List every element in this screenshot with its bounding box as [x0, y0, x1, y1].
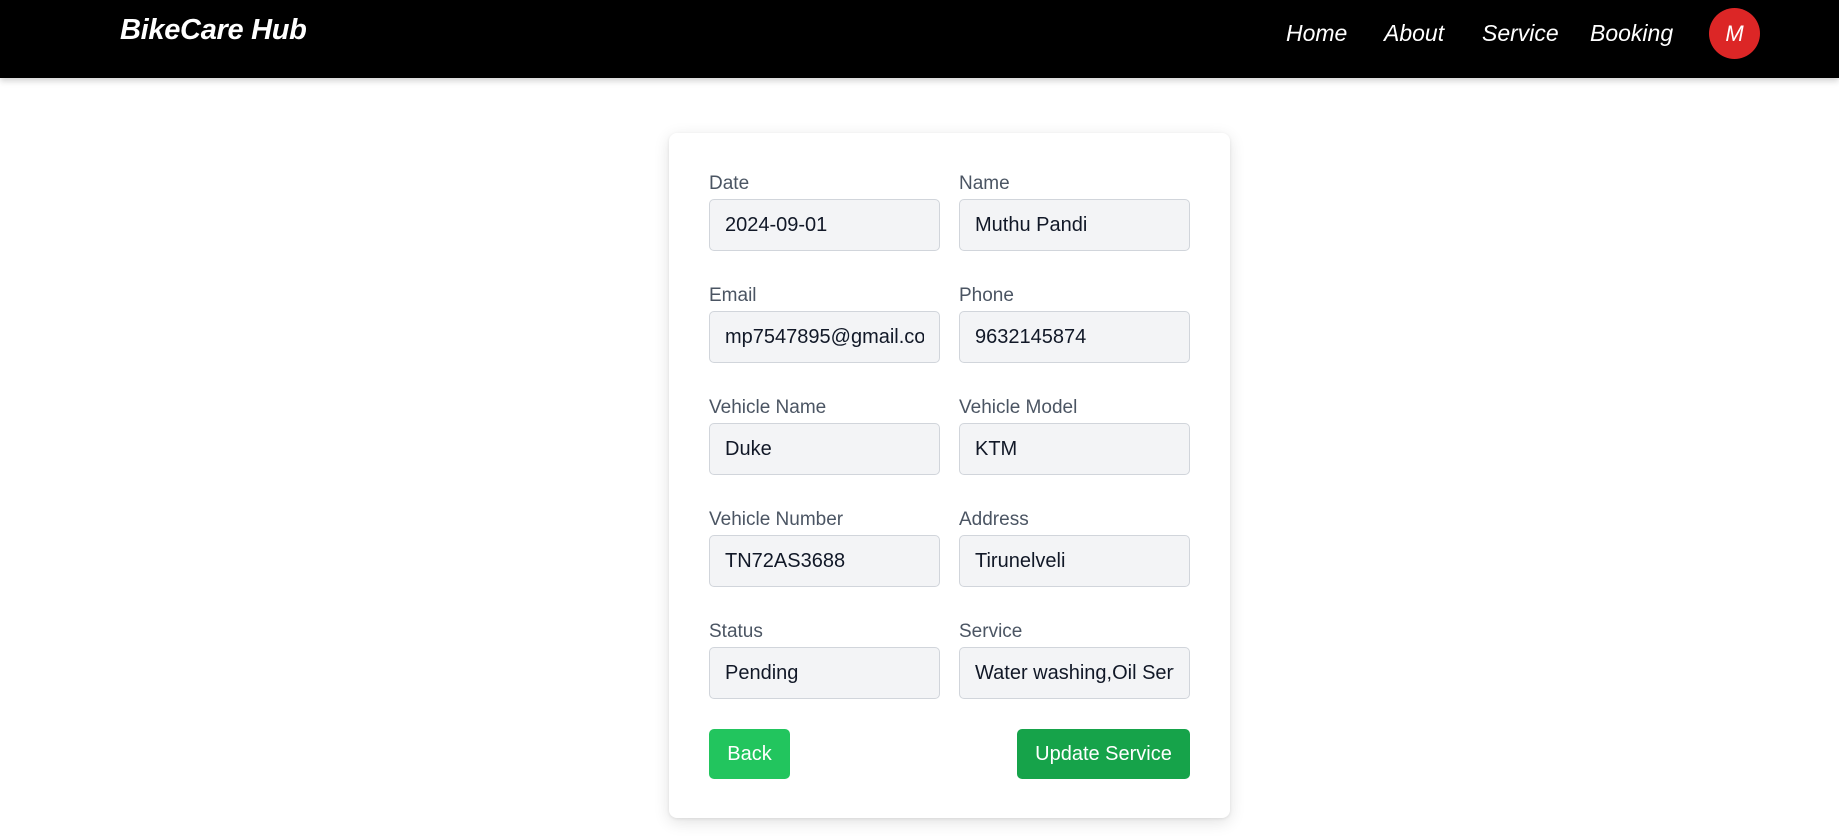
vehicle-name-label: Vehicle Name: [709, 397, 827, 418]
brand-logo[interactable]: BikeCare Hub: [120, 14, 307, 47]
avatar-initial: M: [1725, 20, 1744, 46]
user-avatar[interactable]: M: [1709, 8, 1760, 59]
date-input[interactable]: [709, 199, 940, 251]
service-form-card: Date Name Email Phone Vehicle Name Vehic…: [669, 133, 1230, 818]
status-label: Status: [709, 621, 763, 642]
email-label: Email: [709, 285, 757, 306]
phone-label: Phone: [959, 285, 1014, 306]
phone-input[interactable]: [959, 311, 1190, 363]
address-label: Address: [959, 509, 1029, 530]
name-input[interactable]: [959, 199, 1190, 251]
vehicle-number-label: Vehicle Number: [709, 509, 844, 530]
vehicle-model-input[interactable]: [959, 423, 1190, 475]
nav-link-about[interactable]: About: [1384, 20, 1444, 47]
nav-link-service[interactable]: Service: [1482, 20, 1559, 47]
status-input[interactable]: [709, 647, 940, 699]
update-service-button[interactable]: Update Service: [1017, 729, 1190, 779]
vehicle-name-input[interactable]: [709, 423, 940, 475]
name-label: Name: [959, 173, 1010, 194]
date-label: Date: [709, 173, 750, 194]
vehicle-model-label: Vehicle Model: [959, 397, 1078, 418]
address-input[interactable]: [959, 535, 1190, 587]
navbar: BikeCare Hub Home About Service Booking …: [0, 0, 1839, 78]
nav-link-booking[interactable]: Booking: [1590, 20, 1673, 47]
service-input[interactable]: [959, 647, 1190, 699]
service-label: Service: [959, 621, 1023, 642]
vehicle-number-input[interactable]: [709, 535, 940, 587]
email-input[interactable]: [709, 311, 940, 363]
back-button[interactable]: Back: [709, 729, 790, 779]
nav-link-home[interactable]: Home: [1286, 20, 1347, 47]
